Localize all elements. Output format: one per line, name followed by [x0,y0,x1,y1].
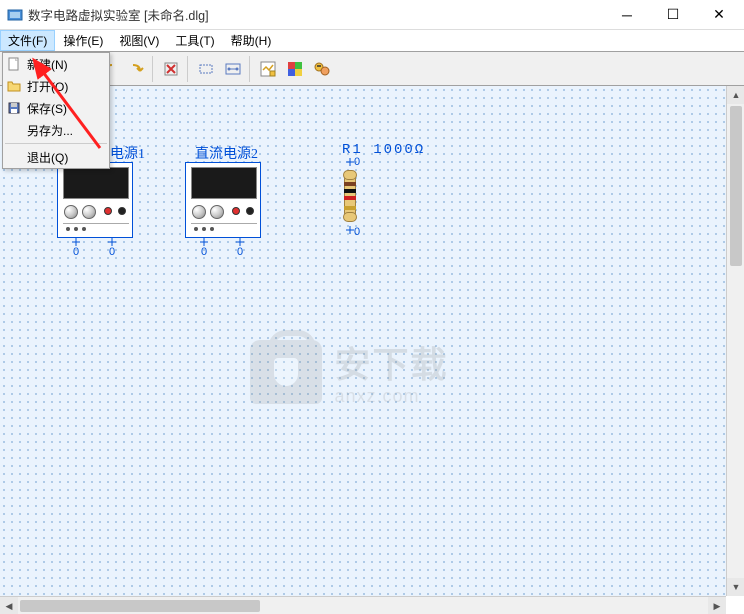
pin-label: 0 [201,246,207,258]
scrollbar-horizontal[interactable]: ◀ ▶ [0,596,726,614]
pin-label: 0 [73,246,79,258]
psu2-pin2[interactable] [236,238,244,246]
psu-terminal-pos [232,207,240,215]
psu-knob [82,205,96,219]
resistor-band [344,182,356,186]
menubar: 文件(F) 操作(E) 视图(V) 工具(T) 帮助(H) [0,30,744,52]
scrollbar-vertical[interactable]: ▲ ▼ [726,86,744,596]
psu-terminal-neg [118,207,126,215]
component-psu1[interactable] [57,162,133,238]
menu-separator [5,143,107,144]
scroll-up-button[interactable]: ▲ [727,86,744,104]
file-menu-dropdown: 新建(N) 打开(O) 保存(S) 另存为... 退出(Q) [2,52,110,169]
menu-item-save[interactable]: 保存(S) [3,97,109,119]
pin-label: 0 [354,156,360,168]
toolbar-components[interactable] [309,56,335,82]
resistor-band [344,206,356,210]
watermark-en: anxz.com [334,386,448,407]
menu-item-label: 保存(S) [27,100,67,117]
menu-file[interactable]: 文件(F) [0,30,55,51]
open-folder-icon [5,77,23,95]
psu2-label: 直流电源2 [195,143,258,163]
blank-icon [5,121,23,139]
resistor-pin-top[interactable] [346,158,354,166]
scroll-left-button[interactable]: ◀ [0,597,18,614]
toolbar-select-rect[interactable] [193,56,219,82]
resistor-cap [343,212,357,222]
watermark-bag-icon [250,340,322,404]
titlebar: 数字电路虚拟实验室 [未命名.dlg] ─ ☐ ✕ [0,0,744,30]
scroll-right-button[interactable]: ▶ [708,597,726,614]
save-icon [5,99,23,117]
menu-edit[interactable]: 操作(E) [55,30,111,51]
pin-label: 0 [109,246,115,258]
psu-terminal-neg [246,207,254,215]
watermark: 安下载 anxz.com [250,336,448,407]
toolbar-color-palette[interactable] [282,56,308,82]
menu-tools[interactable]: 工具(T) [167,30,222,51]
resistor-band [344,196,356,200]
component-resistor[interactable] [343,168,357,224]
menu-item-label: 另存为... [27,122,73,139]
toolbar-delete[interactable] [158,56,184,82]
minimize-button[interactable]: ─ [604,0,650,30]
scroll-thumb-v[interactable] [730,106,742,266]
new-file-icon [5,55,23,73]
menu-item-label: 退出(Q) [27,149,68,166]
menu-view[interactable]: 视图(V) [111,30,167,51]
menu-item-new[interactable]: 新建(N) [3,53,109,75]
menu-item-exit[interactable]: 退出(Q) [3,146,109,168]
psu-screen [63,167,129,199]
component-psu2[interactable] [185,162,261,238]
app-icon [7,7,23,23]
toolbar-connect[interactable] [220,56,246,82]
psu-terminal-pos [104,207,112,215]
psu-knob [64,205,78,219]
resistor-cap [343,170,357,180]
scroll-down-button[interactable]: ▼ [727,578,744,596]
toolbar-redo[interactable] [123,56,149,82]
psu1-pin2[interactable] [108,238,116,246]
resistor-pin-bottom[interactable] [346,226,354,234]
maximize-button[interactable]: ☐ [650,0,696,30]
resistor-band [344,189,356,193]
watermark-cn: 安下载 [334,336,448,388]
menu-item-open[interactable]: 打开(O) [3,75,109,97]
pin-label: 0 [354,226,360,238]
menu-item-save-as[interactable]: 另存为... [3,119,109,141]
psu-knob [210,205,224,219]
canvas-area: 直流电源1 0 0 直流电源2 0 [0,86,744,614]
psu1-pin1[interactable] [72,238,80,246]
window-controls: ─ ☐ ✕ [604,0,742,30]
toolbar-properties[interactable] [255,56,281,82]
menu-help[interactable]: 帮助(H) [223,30,280,51]
pin-label: 0 [237,246,243,258]
blank-icon [5,148,23,166]
menu-item-label: 打开(O) [27,78,68,95]
psu2-pin1[interactable] [200,238,208,246]
close-button[interactable]: ✕ [696,0,742,30]
psu-knob [192,205,206,219]
menu-item-label: 新建(N) [27,56,68,73]
window-title: 数字电路虚拟实验室 [未命名.dlg] [28,5,604,24]
toolbar [0,52,744,86]
scroll-thumb-h[interactable] [20,600,260,612]
psu-screen [191,167,257,199]
